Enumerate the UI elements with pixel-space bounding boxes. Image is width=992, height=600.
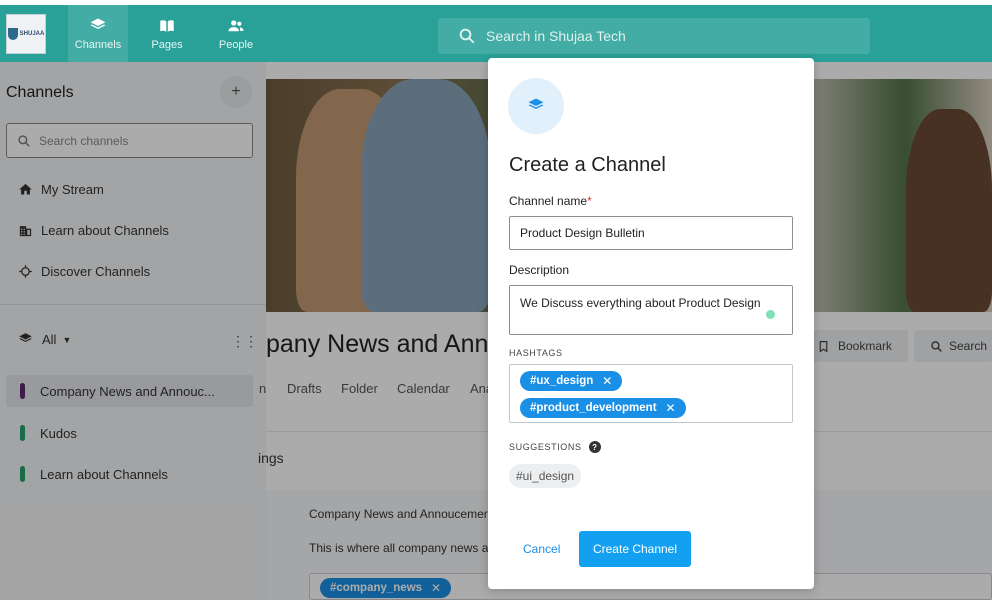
nav-channels-label: Channels [74, 38, 122, 51]
nav-pages-label: Pages [151, 38, 183, 51]
hashtag-label: #product_development [530, 402, 657, 414]
create-channel-button[interactable]: Create Channel [579, 531, 691, 567]
description-field[interactable]: We Discuss everything about Product Desi… [509, 285, 793, 335]
suggestion-chip[interactable]: #ui_design [509, 464, 582, 488]
hashtag-label: #ux_design [530, 375, 594, 387]
nav-pages[interactable]: Pages [137, 5, 197, 62]
shield-icon [7, 28, 18, 40]
hashtag-chip[interactable]: #ux_design ✕ [520, 371, 623, 391]
global-search-placeholder: Search in Shujaa Tech [486, 28, 626, 44]
hashtag-chip[interactable]: #product_development ✕ [520, 398, 686, 418]
global-search-input[interactable]: Search in Shujaa Tech [438, 18, 870, 54]
suggestions-label: SUGGESTIONS ? [509, 441, 601, 453]
logo-text: SHUJAA [19, 31, 45, 37]
company-logo[interactable]: SHUJAA [6, 14, 46, 54]
channel-icon-badge [508, 78, 564, 134]
suggestions-label-text: SUGGESTIONS [509, 442, 582, 452]
layers-icon [90, 18, 106, 29]
nav-channels[interactable]: Channels [68, 5, 128, 62]
cancel-button[interactable]: Cancel [523, 542, 560, 556]
people-icon [228, 19, 244, 31]
channel-name-value: Product Design Bulletin [520, 226, 645, 240]
top-navbar: SHUJAA Channels Pages People Search in S… [0, 5, 992, 62]
search-icon [459, 28, 475, 44]
required-marker: * [587, 194, 592, 208]
cursor-indicator [766, 310, 775, 319]
description-label: Description [509, 263, 570, 277]
nav-people-label: People [218, 38, 254, 51]
create-channel-dialog: Create a Channel Channel name* Product D… [488, 58, 814, 589]
nav-people[interactable]: People [206, 5, 266, 62]
channel-name-label-text: Channel name [509, 194, 588, 208]
hashtags-field[interactable]: #ux_design ✕ #product_development ✕ [509, 364, 793, 423]
remove-icon[interactable]: ✕ [602, 374, 612, 388]
dialog-title: Create a Channel [509, 154, 666, 176]
help-icon[interactable]: ? [588, 441, 601, 453]
hashtags-label: HASHTAGS [509, 348, 563, 358]
remove-icon[interactable]: ✕ [666, 401, 676, 415]
book-icon [160, 19, 174, 32]
channel-name-label: Channel name* [509, 194, 592, 208]
channel-name-field[interactable]: Product Design Bulletin [509, 216, 793, 250]
layers-icon [528, 98, 544, 109]
description-value: We Discuss everything about Product Desi… [520, 296, 761, 310]
